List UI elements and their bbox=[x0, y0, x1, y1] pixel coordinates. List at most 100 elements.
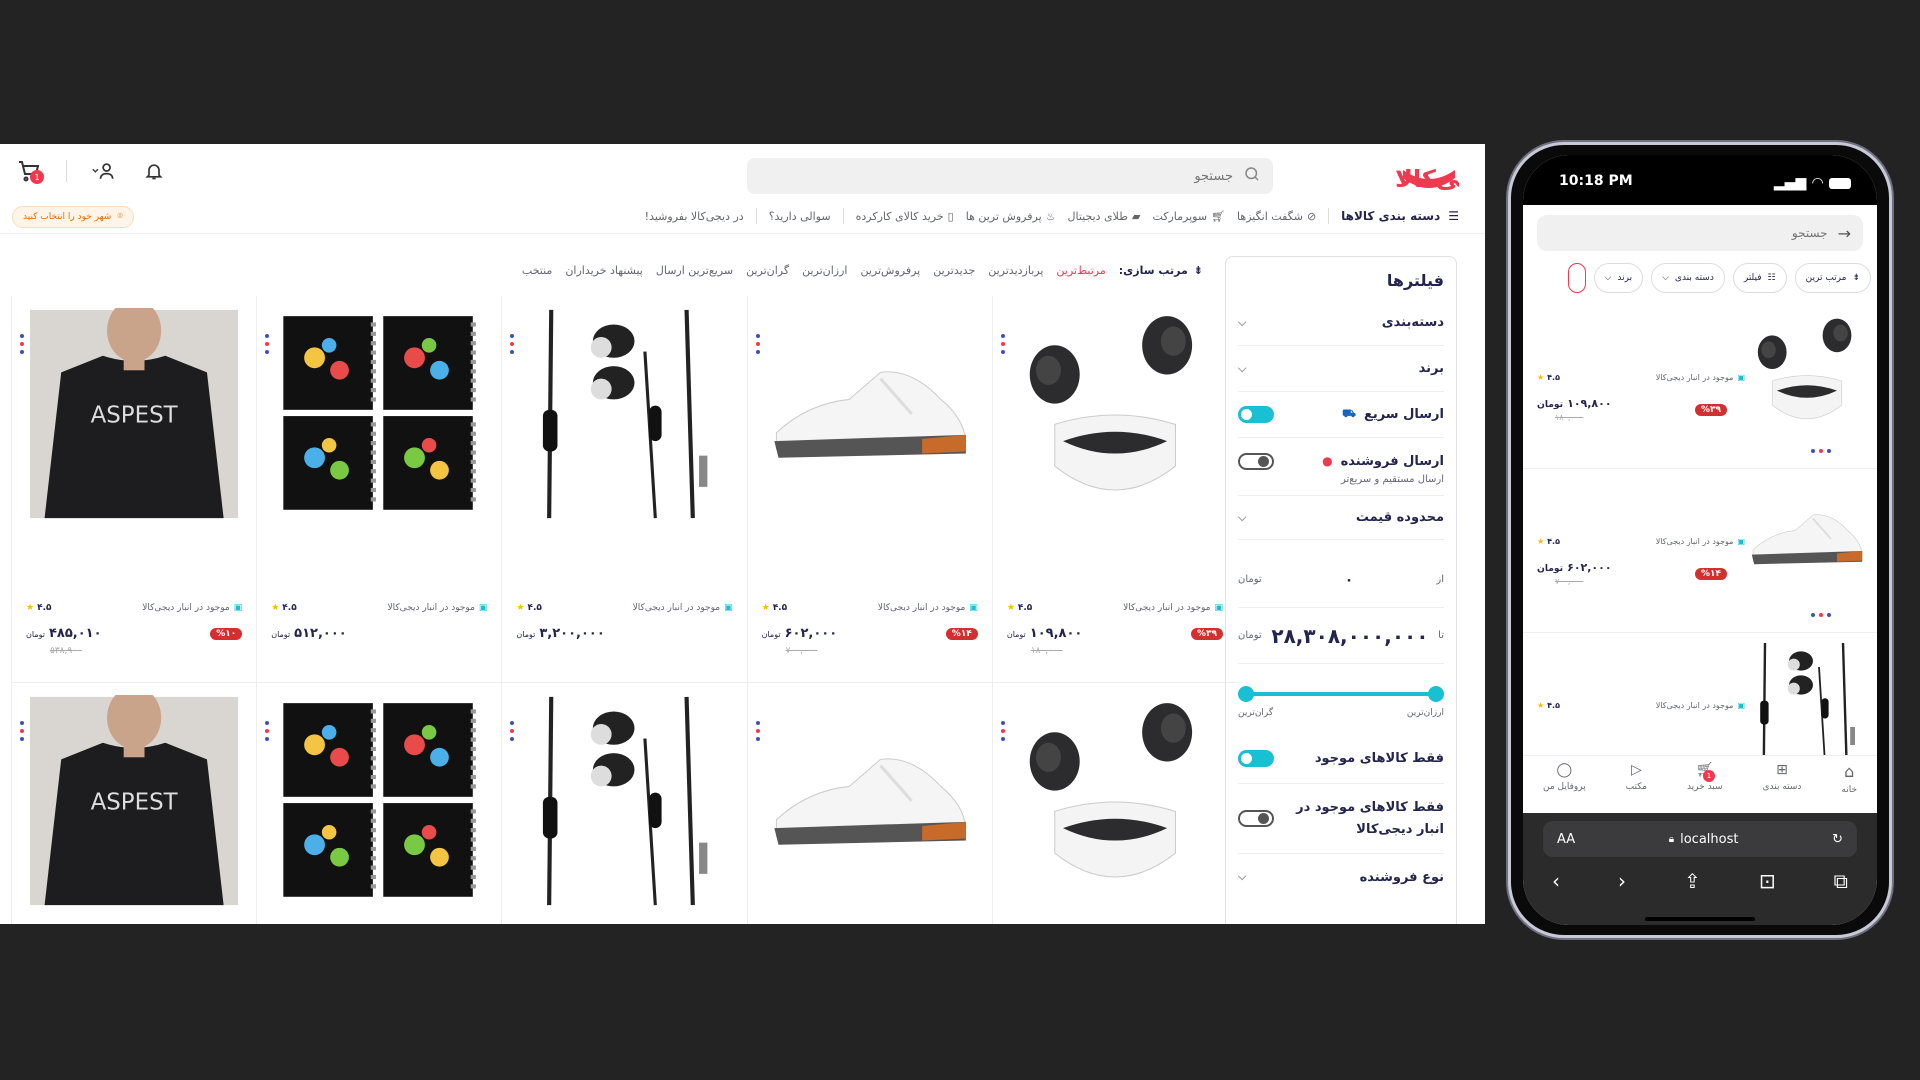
color-dot bbox=[265, 737, 270, 741]
product-image[interactable] bbox=[520, 308, 728, 520]
fast-truck-icon: ⛟ bbox=[1342, 407, 1356, 420]
main-nav: ☰ دسته بندی کالاها ⊘ شگفت انگیزها 🛒︎ سوپرم… bbox=[645, 202, 1459, 230]
product-card[interactable]: ASPEST ▣ موجود در انبار دیجی‌کالا ★ ۴.۵ %۱۰ ۴۸… bbox=[11, 296, 257, 683]
sort-option[interactable]: پیشنهاد خریداران bbox=[565, 264, 643, 277]
chip-filter[interactable]: ☷ فیلتر bbox=[1732, 263, 1787, 293]
mobile-product-card[interactable]: ▣ موجود در انبار دیجی‌کالا ★ ۴.۵ ۶۰۲,۰۰۰ توما… bbox=[1523, 469, 1877, 633]
filter-brand[interactable]: برند ⌵ bbox=[1238, 346, 1444, 392]
sort-option[interactable]: گران‌ترین bbox=[746, 264, 789, 277]
price-value: ۱۰۹,۸۰۰ bbox=[1567, 397, 1612, 410]
product-card[interactable]: ASPEST bbox=[11, 683, 256, 924]
filter-category[interactable]: دسته‌بندی ⌵ bbox=[1238, 300, 1444, 346]
product-meta: ▣ موجود در انبار دیجی‌کالا ★ ۴.۵ bbox=[762, 603, 978, 613]
product-card[interactable]: ▣ موجود در انبار دیجی‌کالا ★ ۴.۵ %۱۴ ۶۰۲,۰۰۰ ت… bbox=[746, 296, 992, 683]
search-bar[interactable] bbox=[747, 158, 1273, 194]
product-image[interactable] bbox=[1747, 479, 1867, 599]
warehouse-only-toggle[interactable] bbox=[1238, 810, 1274, 827]
tab-home[interactable]: ⌂ خانه bbox=[1841, 762, 1857, 813]
nav-item-amazing[interactable]: ⊘ شگفت انگیزها bbox=[1237, 210, 1316, 223]
cart-button[interactable]: 1 bbox=[16, 158, 44, 184]
tab-school[interactable]: ▷ مکتب bbox=[1626, 762, 1647, 813]
product-image[interactable] bbox=[1747, 315, 1867, 435]
user-menu-button[interactable] bbox=[91, 158, 117, 184]
home-indicator bbox=[1645, 917, 1755, 921]
mobile-search-bar[interactable]: → bbox=[1537, 215, 1863, 251]
text-size-button[interactable]: AA bbox=[1557, 832, 1575, 847]
product-card[interactable]: ▣ موجود در انبار دیجی‌کالا ★ ۴.۵ ۵۱۲,۰۰۰ توما… bbox=[256, 296, 502, 683]
product-image[interactable]: ASPEST bbox=[30, 308, 239, 520]
tab-cart[interactable]: 🛒︎1سبد خرید bbox=[1687, 762, 1723, 813]
nav-item-gold[interactable]: ▰ طلای دیجیتال bbox=[1068, 210, 1141, 223]
product-card[interactable] bbox=[991, 683, 1237, 924]
product-image[interactable]: ASPEST bbox=[30, 695, 239, 907]
url-bar[interactable]: AA 🔒︎ localhost ↻ bbox=[1543, 821, 1857, 857]
fast-shipping-toggle[interactable] bbox=[1238, 406, 1274, 423]
notification-button[interactable] bbox=[141, 158, 167, 184]
sort-option[interactable]: منتخب bbox=[522, 264, 552, 277]
seller-shipping-toggle[interactable] bbox=[1238, 452, 1274, 470]
digikala-logo[interactable]: دیجی‌کالا bbox=[1279, 156, 1459, 202]
sort-option[interactable]: ارزان‌ترین bbox=[802, 264, 847, 277]
mobile-product-card[interactable]: ▣ موجود در انبار دیجی‌کالا ★ ۴.۵ ۱۰۹,۸۰۰ توما… bbox=[1523, 305, 1877, 469]
bookmarks-icon[interactable]: ⊡ bbox=[1759, 869, 1776, 893]
price-row: %۳۹ ۱۰۹,۸۰۰ تومان bbox=[1007, 626, 1223, 641]
nav-item-bestsellers[interactable]: ♨ پرفروش ترین ها bbox=[966, 210, 1056, 223]
filter-seller-type[interactable]: نوع فروشنده ⌵ bbox=[1238, 854, 1444, 900]
product-card[interactable]: ▣ موجود در انبار دیجی‌کالا ★ ۴.۵ %۳۹ ۱۰۹,۸۰۰ ت… bbox=[991, 296, 1237, 683]
price-slider-max-handle[interactable] bbox=[1238, 686, 1254, 702]
product-meta: ▣ موجود در انبار دیجی‌کالا ★ ۴.۵ bbox=[271, 603, 487, 613]
available-only-toggle[interactable] bbox=[1238, 750, 1274, 767]
cart-count-badge: 1 bbox=[1702, 770, 1715, 782]
price-from-value[interactable]: ۰ bbox=[1345, 572, 1354, 588]
sort-option[interactable]: پربازدیدترین bbox=[988, 264, 1043, 277]
product-image[interactable] bbox=[766, 695, 974, 907]
product-card[interactable] bbox=[256, 683, 501, 924]
back-icon[interactable]: ‹ bbox=[1552, 869, 1560, 893]
tabs-icon[interactable]: ⧉ bbox=[1834, 869, 1848, 893]
product-image[interactable] bbox=[766, 308, 974, 520]
nav-item-supermarket[interactable]: 🛒︎ سوپرمارکت bbox=[1152, 210, 1225, 223]
mobile-search-input[interactable] bbox=[1549, 226, 1828, 240]
product-image[interactable] bbox=[1747, 643, 1867, 763]
discount-badge: %۱۰ bbox=[210, 627, 243, 640]
sort-option[interactable]: مرتبط‌ترین bbox=[1056, 264, 1105, 277]
chip-brand[interactable]: برند ⌵ bbox=[1593, 263, 1644, 293]
nav-item-used[interactable]: ▯ خرید کالای کارکرده bbox=[856, 210, 954, 223]
tab-categories[interactable]: ⊞ دسته بندی bbox=[1763, 762, 1802, 813]
color-dot bbox=[20, 350, 25, 354]
forward-icon[interactable]: › bbox=[1618, 869, 1626, 893]
product-image[interactable] bbox=[275, 695, 483, 907]
nav-item-sell[interactable]: در دیجی‌کالا بفروشید! bbox=[645, 210, 744, 223]
sort-option[interactable]: سریع‌ترین ارسال bbox=[656, 264, 733, 277]
price-slider-min-handle[interactable] bbox=[1428, 686, 1444, 702]
tab-profile[interactable]: ◯ پروفایل من bbox=[1543, 762, 1586, 813]
chip-category[interactable]: دسته بندی ⌵ bbox=[1651, 263, 1725, 293]
price-slider[interactable]: ارزان‌ترین گران‌ترین bbox=[1238, 664, 1444, 734]
product-image[interactable] bbox=[1011, 695, 1219, 907]
product-image[interactable] bbox=[275, 308, 483, 520]
nav-categories[interactable]: ☰ دسته بندی کالاها bbox=[1341, 209, 1459, 223]
currency-label: تومان bbox=[1537, 399, 1564, 410]
filter-price-range[interactable]: محدوده قیمت ⌵ bbox=[1238, 496, 1444, 540]
share-icon[interactable]: ⇪ bbox=[1684, 869, 1701, 893]
sort-option[interactable]: پرفروش‌ترین bbox=[860, 264, 920, 277]
status-icons: ▂▄▆ ◠ bbox=[1774, 175, 1851, 191]
chip-sort[interactable]: ⇟ مرتب ترین bbox=[1794, 263, 1871, 293]
product-card[interactable] bbox=[501, 683, 746, 924]
reload-icon[interactable]: ↻ bbox=[1832, 832, 1843, 847]
search-icon[interactable] bbox=[1243, 165, 1261, 187]
warehouse-icon: ▣ bbox=[1737, 373, 1745, 382]
product-card[interactable]: ▣ موجود در انبار دیجی‌کالا ★ ۴.۵ ۳,۲۰۰,۰۰۰ تو… bbox=[501, 296, 747, 683]
city-selector[interactable]: ⌾ شهر خود را انتخاب کنید bbox=[12, 206, 134, 228]
sort-option[interactable]: جدیدترین bbox=[933, 264, 975, 277]
product-card[interactable] bbox=[746, 683, 992, 924]
chip-more[interactable] bbox=[1567, 263, 1586, 293]
back-arrow-icon[interactable]: → bbox=[1838, 224, 1851, 243]
search-input[interactable] bbox=[759, 168, 1233, 184]
currency-label: تومان bbox=[761, 630, 781, 639]
product-image[interactable] bbox=[520, 695, 728, 907]
product-image[interactable] bbox=[1011, 308, 1219, 520]
sort-icon: ⇟ bbox=[1852, 273, 1860, 283]
price-to-value[interactable]: ۲۸,۳۰۸,۰۰۰,۰۰۰ bbox=[1271, 624, 1428, 648]
nav-item-faq[interactable]: سوالی دارید؟ bbox=[769, 210, 831, 223]
